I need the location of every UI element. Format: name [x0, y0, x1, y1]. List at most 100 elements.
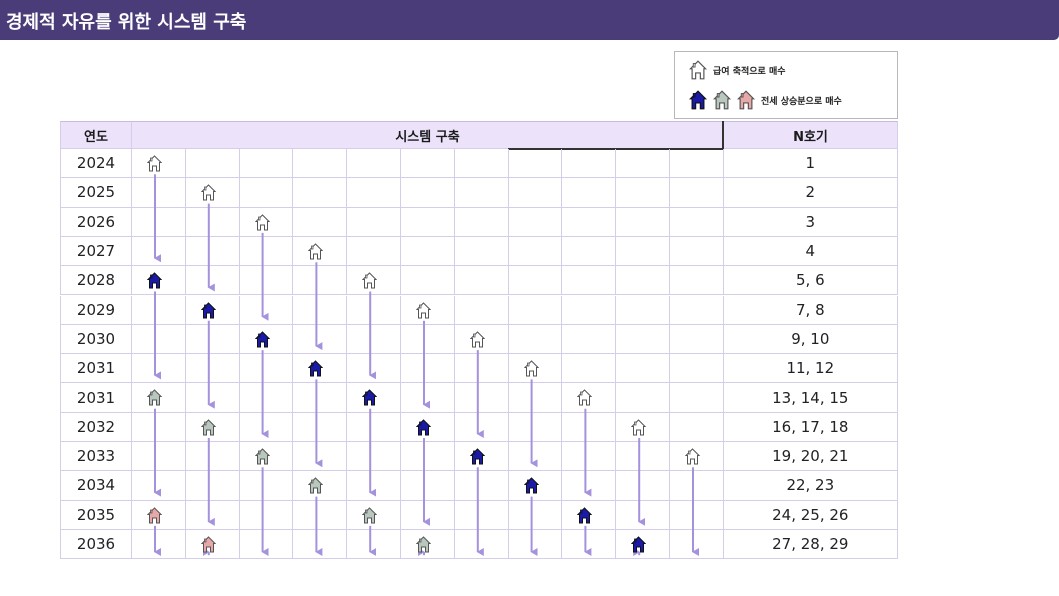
legend-equity-label: 전세 상승분으로 매수 — [761, 96, 842, 107]
grid-cell — [347, 178, 401, 208]
grid-cell — [239, 295, 294, 325]
grid-cell — [401, 500, 455, 530]
grid-cell — [454, 266, 509, 296]
grid-cell — [616, 236, 670, 267]
grid-cell — [132, 207, 186, 237]
grid-cell — [454, 471, 509, 501]
grid-cell — [293, 529, 348, 560]
grid-cell — [670, 500, 724, 530]
grid-cell — [293, 383, 348, 413]
grid-cell — [239, 500, 294, 530]
year-cell: 2030 — [60, 324, 132, 355]
grid-cell — [508, 324, 563, 355]
house-white-icon — [147, 155, 162, 172]
year-cell: 2031 — [60, 354, 132, 384]
year-cell: 2036 — [60, 529, 132, 560]
count-cell: 13, 14, 15 — [723, 383, 898, 413]
grid-cell — [670, 471, 724, 501]
year-cell: 2035 — [60, 500, 132, 530]
grid-cell — [616, 500, 670, 530]
grid-cell — [670, 149, 724, 179]
year-cell: 2033 — [60, 442, 132, 472]
grid-cell — [293, 149, 348, 179]
house-blue-icon — [254, 331, 270, 348]
grid-cell — [185, 324, 240, 355]
grid-cell — [616, 324, 670, 355]
grid-cell — [454, 178, 509, 208]
house-blue-icon — [308, 360, 324, 377]
grid-cell — [347, 207, 401, 237]
house-blue-icon — [469, 448, 485, 465]
house-blue-icon — [631, 536, 647, 553]
grid-cell — [508, 529, 563, 560]
grid-cell — [454, 354, 509, 384]
house-blue-icon — [689, 90, 707, 110]
count-cell: 5, 6 — [723, 266, 898, 296]
grid-cell — [454, 149, 509, 179]
grid-cell — [454, 236, 509, 267]
legend-row-salary: 급여 축적으로 매수 — [689, 60, 786, 80]
grid-cell — [185, 207, 240, 237]
house-white-icon — [469, 331, 485, 348]
grid-cell — [616, 383, 670, 413]
grid-cell — [239, 383, 294, 413]
grid-cell — [401, 149, 455, 179]
page-title: 경제적 자유를 위한 시스템 구축 — [6, 12, 247, 33]
year-cell: 2027 — [60, 236, 132, 267]
grid-cell — [670, 236, 724, 267]
house-green-icon — [416, 536, 431, 553]
house-white-icon — [362, 272, 378, 289]
house-blue-icon — [523, 477, 539, 494]
grid-cell — [401, 383, 455, 413]
grid-cell — [562, 412, 617, 442]
grid-cell — [347, 295, 401, 325]
grid-cell — [616, 471, 670, 501]
house-pink-icon — [147, 506, 162, 524]
house-blue-icon — [147, 272, 162, 289]
grid-cell — [562, 207, 617, 237]
legend-salary-icons — [689, 60, 707, 80]
grid-cell — [239, 412, 294, 442]
house-pink-icon — [200, 536, 216, 553]
grid-cell — [132, 529, 186, 560]
grid-cell — [508, 383, 563, 413]
count-cell: 22, 23 — [723, 471, 898, 501]
grid-cell — [562, 442, 617, 472]
house-white-icon — [308, 243, 324, 260]
grid-cell — [401, 442, 455, 472]
grid-cell — [347, 412, 401, 442]
col-header-count: N호기 — [724, 121, 898, 149]
grid-cell — [185, 266, 240, 296]
grid-cell — [616, 354, 670, 384]
grid-cell — [670, 354, 724, 384]
grid-cell — [401, 354, 455, 384]
year-cell: 2029 — [60, 295, 132, 325]
grid-cell — [454, 207, 509, 237]
grid-cell — [132, 442, 186, 472]
grid-cell — [508, 500, 563, 530]
grid-cell — [670, 266, 724, 296]
grid-cell — [508, 412, 563, 442]
grid-cell — [185, 383, 240, 413]
grid-cell — [132, 412, 186, 442]
grid-cell — [401, 471, 455, 501]
count-cell: 11, 12 — [723, 354, 898, 384]
grid-cell — [132, 471, 186, 501]
grid-cell — [454, 412, 509, 442]
grid-cell — [562, 236, 617, 267]
grid-cell — [132, 354, 186, 384]
system-table: 연도 시스템 구축 N호기 2024 1 2025 2 2026 3 2027 4 2028 5,… — [60, 121, 898, 560]
count-cell: 16, 17, 18 — [723, 412, 898, 442]
house-blue-icon — [200, 301, 216, 318]
legend-salary-label: 급여 축적으로 매수 — [713, 66, 786, 77]
house-green-icon — [713, 90, 731, 110]
grid-cell — [562, 266, 617, 296]
grid-cell — [670, 207, 724, 237]
grid-cell — [185, 500, 240, 530]
grid-cell — [562, 529, 617, 560]
grid-cell — [670, 529, 724, 560]
count-cell: 19, 20, 21 — [723, 442, 898, 472]
grid-cell — [401, 236, 455, 267]
grid-cell — [293, 412, 348, 442]
grid-cell — [670, 383, 724, 413]
